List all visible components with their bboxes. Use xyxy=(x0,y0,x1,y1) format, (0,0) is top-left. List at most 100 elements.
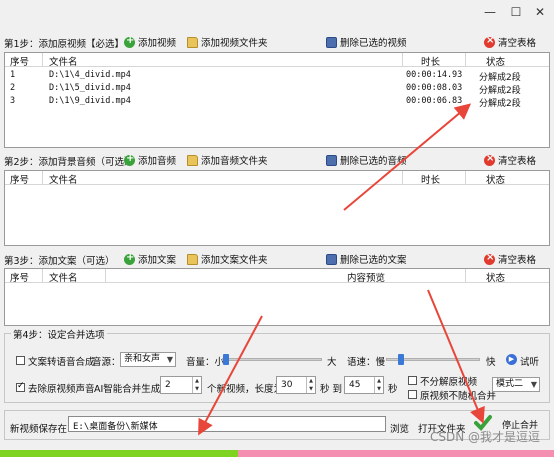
row-status: 分解成2段 xyxy=(479,99,521,109)
col-filename: 文件名 xyxy=(49,175,78,186)
merge-progress-bar xyxy=(0,450,554,457)
clear-table-label-1: 清空表格 xyxy=(498,38,537,49)
row-filename: D:\1\9_divid.mp4 xyxy=(49,96,131,106)
mode-select[interactable]: 模式二 ▼ xyxy=(492,377,540,392)
add-audio-folder-button[interactable]: 添加音频文件夹 xyxy=(187,152,268,168)
step3-toolbar: 第3步：添加文案（可选） 添加文案 添加文案文件夹 删除已选的文案 清空表格 xyxy=(0,250,554,268)
table-row[interactable]: 2 D:\1\5_divid.mp4 00:00:08.03 分解成2段 xyxy=(5,82,549,96)
add-text-label: 添加文案 xyxy=(138,255,177,266)
progress-remaining xyxy=(238,450,554,457)
delete-list-icon xyxy=(326,36,337,48)
spinner-arrows-icon[interactable]: ▲ ▼ xyxy=(192,377,201,393)
length-min-value: 30 xyxy=(281,380,293,390)
col-index: 序号 xyxy=(10,57,30,68)
clear-icon xyxy=(484,252,495,265)
clear-icon xyxy=(484,153,495,166)
volume-slider[interactable] xyxy=(222,358,322,361)
voice-value: 亲和女声 xyxy=(124,354,161,364)
volume-label: 音量：小 xyxy=(186,357,225,368)
mode-value: 模式二 xyxy=(496,379,524,389)
seconds-label: 秒 xyxy=(388,384,398,395)
step1-label: 第1步：添加原视频【必选】 xyxy=(4,39,125,50)
add-icon xyxy=(124,252,135,265)
add-text-button[interactable]: 添加文案 xyxy=(124,251,176,267)
table-row[interactable]: 3 D:\1\9_divid.mp4 00:00:06.83 分解成2段 xyxy=(5,95,549,109)
step2-toolbar: 第2步：添加背景音频（可选） 添加音频 添加音频文件夹 删除已选的音频 清空表格 xyxy=(0,151,554,169)
delete-audios-label: 删除已选的音频 xyxy=(340,156,407,167)
clear-table-label-2: 清空表格 xyxy=(498,156,537,167)
remove-audio-checkbox[interactable] xyxy=(16,381,25,393)
add-audio-label: 添加音频 xyxy=(138,156,177,167)
no-random-checkbox[interactable] xyxy=(408,389,417,400)
clear-table-button-3[interactable]: 清空表格 xyxy=(484,251,536,267)
row-index: 1 xyxy=(10,70,16,80)
delete-texts-label: 删除已选的文案 xyxy=(340,255,407,266)
audio-table-header: 序号 文件名 时长 状态 xyxy=(5,171,549,186)
remove-audio-label: 去除原视频声音 xyxy=(28,384,95,395)
length-max-stepper[interactable]: 45 ▲ ▼ xyxy=(344,376,384,394)
step1-toolbar: 第1步：添加原视频【必选】 添加视频 添加视频文件夹 删除已选的视频 清空表格 xyxy=(0,33,554,51)
add-video-folder-button[interactable]: 添加视频文件夹 xyxy=(187,34,268,50)
browse-button[interactable]: 浏览 xyxy=(390,421,409,435)
tts-checkbox[interactable] xyxy=(16,355,25,366)
volume-slider-thumb[interactable] xyxy=(223,354,229,365)
length-min-stepper[interactable]: 30 ▲ ▼ xyxy=(276,376,316,394)
save-path-label: 新视频保存在： xyxy=(10,424,77,435)
length-max-value: 45 xyxy=(349,380,361,390)
row-index: 3 xyxy=(10,96,16,106)
add-audio-folder-label: 添加音频文件夹 xyxy=(201,156,268,167)
speed-slider-thumb[interactable] xyxy=(398,354,404,365)
clear-table-label-3: 清空表格 xyxy=(498,255,537,266)
add-video-label: 添加视频 xyxy=(138,38,177,49)
video-table[interactable]: 序号 文件名 时长 状态 1 D:\1\4_divid.mp4 00:00:14… xyxy=(4,52,550,148)
play-icon[interactable]: ▶ xyxy=(506,354,517,365)
delete-texts-button[interactable]: 删除已选的文案 xyxy=(326,251,407,267)
add-text-folder-label: 添加文案文件夹 xyxy=(201,255,268,266)
clear-table-button-2[interactable]: 清空表格 xyxy=(484,152,536,168)
delete-videos-button[interactable]: 删除已选的视频 xyxy=(326,34,407,50)
col-status: 状态 xyxy=(486,175,506,186)
table-row[interactable]: 1 D:\1\4_divid.mp4 00:00:14.93 分解成2段 xyxy=(5,69,549,83)
video-count-value: 2 xyxy=(165,380,171,390)
col-filename: 文件名 xyxy=(49,273,78,284)
delete-list-icon xyxy=(326,154,337,166)
chevron-down-icon: ▼ xyxy=(166,355,173,364)
col-status: 状态 xyxy=(486,57,506,68)
text-table[interactable]: 序号 文件名 内容预览 状态 xyxy=(4,268,550,326)
delete-videos-label: 删除已选的视频 xyxy=(340,38,407,49)
close-button[interactable]: ✕ xyxy=(530,4,550,20)
clear-table-button-1[interactable]: 清空表格 xyxy=(484,34,536,50)
col-duration: 时长 xyxy=(421,175,441,186)
step4-label: 第4步：设定合并选项 xyxy=(11,327,107,341)
spinner-arrows-icon[interactable]: ▲ ▼ xyxy=(306,377,315,393)
save-path-input[interactable]: E:\桌面备份\新媒体 xyxy=(68,416,386,432)
minimize-button[interactable]: — xyxy=(480,4,500,20)
voice-select[interactable]: 亲和女声 ▼ xyxy=(120,352,176,367)
video-count-stepper[interactable]: 2 ▲ ▼ xyxy=(160,376,202,394)
folder-icon xyxy=(187,36,198,48)
to-label: 秒 到 xyxy=(320,384,343,395)
col-index: 序号 xyxy=(10,175,30,186)
text-table-header: 序号 文件名 内容预览 状态 xyxy=(5,269,549,284)
add-icon xyxy=(124,153,135,166)
add-video-folder-label: 添加视频文件夹 xyxy=(201,38,268,49)
audio-table[interactable]: 序号 文件名 时长 状态 xyxy=(4,170,550,246)
add-audio-button[interactable]: 添加音频 xyxy=(124,152,176,168)
no-split-label: 不分解原视频 xyxy=(420,377,478,388)
spinner-arrows-icon[interactable]: ▲ ▼ xyxy=(374,377,383,393)
col-status: 状态 xyxy=(486,273,506,284)
maximize-button[interactable]: ☐ xyxy=(506,4,526,20)
video-table-header: 序号 文件名 时长 状态 xyxy=(5,53,549,68)
delete-audios-button[interactable]: 删除已选的音频 xyxy=(326,152,407,168)
clear-icon xyxy=(484,35,495,48)
add-video-button[interactable]: 添加视频 xyxy=(124,34,176,50)
row-index: 2 xyxy=(10,83,16,93)
col-duration: 时长 xyxy=(421,57,441,68)
no-split-checkbox[interactable] xyxy=(408,375,417,386)
volume-max-label: 大 xyxy=(327,357,337,368)
col-filename: 文件名 xyxy=(49,57,78,68)
add-text-folder-button[interactable]: 添加文案文件夹 xyxy=(187,251,268,267)
voice-label: 音源： xyxy=(92,357,121,368)
trial-button[interactable]: 试听 xyxy=(520,354,539,368)
progress-fill xyxy=(0,450,238,457)
